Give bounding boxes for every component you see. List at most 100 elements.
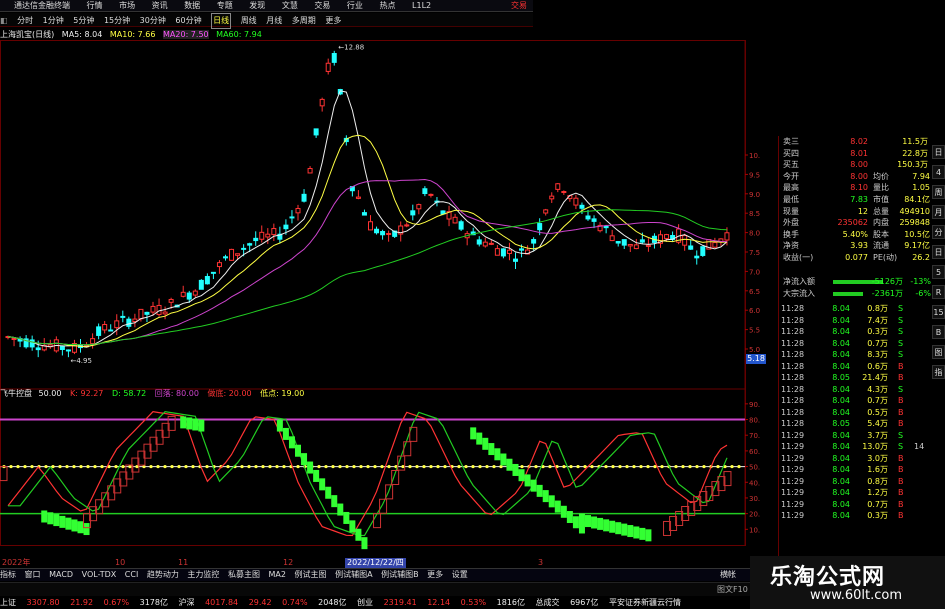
side-tab[interactable]: 日 xyxy=(932,145,945,159)
period-tab[interactable]: 60分钟 xyxy=(175,14,201,28)
candle-body xyxy=(603,225,609,229)
menu-item[interactable]: 行情 xyxy=(87,0,103,12)
indicator-chart xyxy=(0,411,745,550)
side-tab[interactable]: 分 xyxy=(932,225,945,239)
menu-item[interactable]: 行业 xyxy=(347,0,363,12)
period-tab[interactable]: 30分钟 xyxy=(140,14,166,28)
side-tab[interactable]: R xyxy=(932,285,945,299)
cy-label[interactable]: 创业 xyxy=(357,598,373,607)
quote-key: 最高 xyxy=(783,183,799,193)
netflow-row: 净流入额 -5126万 -13% xyxy=(778,276,945,288)
candle-body xyxy=(216,262,222,268)
yellow-dot xyxy=(100,464,104,469)
sh-label[interactable]: 上证 xyxy=(0,598,16,607)
yellow-dot xyxy=(695,464,699,469)
date-tick: 12 xyxy=(283,558,294,567)
left-arrow-icon[interactable]: ◧ xyxy=(0,14,8,28)
price-axis-label: 8.00 xyxy=(749,230,760,238)
trade-menu[interactable]: 交易 xyxy=(511,0,527,12)
quote-value2: 84.1亿 xyxy=(904,195,930,204)
indicator-d: D: 58.72 xyxy=(111,389,147,398)
price-axes: 10.00 9.50 9.00 8.50 8.00 7.50 7.00 6.50 6.00 5.5… xyxy=(745,152,760,534)
period-tab[interactable]: 5分钟 xyxy=(73,14,94,28)
side-tab[interactable]: 周 xyxy=(932,185,945,199)
indicator-tab[interactable]: 例试辅图A xyxy=(335,569,372,581)
indicator-axis-label: 80.00 xyxy=(749,417,760,425)
menu-item[interactable]: 发现 xyxy=(249,0,265,12)
layout-toggle[interactable]: 横帐 xyxy=(720,569,736,581)
yellow-dot xyxy=(366,464,370,469)
side-tab[interactable]: 图 xyxy=(932,345,945,359)
indicator-tab[interactable]: MA2 xyxy=(269,569,286,581)
yellow-dot xyxy=(72,464,76,469)
tick-row: 11:29 8.04 1.2万 B xyxy=(778,487,945,499)
sh-change: 21.92 xyxy=(70,598,94,607)
quote-row: 外盘 235062 内盘 259848 xyxy=(778,217,945,229)
indicator-tab[interactable]: 例试主图 xyxy=(295,569,327,581)
indicator-tab[interactable]: 趋势动力 xyxy=(147,569,179,581)
side-tab[interactable]: 指 xyxy=(932,365,945,379)
period-tab-active[interactable]: 日线 xyxy=(211,13,232,29)
indicator-tab[interactable]: 更多 xyxy=(427,569,443,581)
price-axis-label: 6.50 xyxy=(749,288,760,296)
stock-name[interactable]: 上海凯宝(日线) xyxy=(0,30,54,39)
menu-item[interactable]: 交易 xyxy=(314,0,330,12)
price-axis-label: 7.00 xyxy=(749,268,760,276)
signal-block xyxy=(578,513,585,526)
side-tab[interactable]: 15 xyxy=(932,305,945,319)
chart-area[interactable]: ←12.88 ←4.95 10.00 9.50 9.00 8.50 8.00 7.50 7.0… xyxy=(0,40,760,570)
indicator-tab[interactable]: 窗口 xyxy=(25,569,41,581)
period-tab[interactable]: 周线 xyxy=(241,14,257,28)
signal-block xyxy=(186,417,193,430)
tick-time: 11:28 xyxy=(781,361,805,371)
candle-body xyxy=(555,183,561,190)
side-tab[interactable]: 日 xyxy=(932,245,945,259)
tick-side: B xyxy=(898,373,904,382)
candle-body xyxy=(609,235,615,242)
menu-item[interactable]: L1L2 xyxy=(412,0,431,12)
indicator-tab[interactable]: 主力监控 xyxy=(187,569,219,581)
yellow-dot xyxy=(247,464,251,469)
date-tick: 3 xyxy=(538,558,544,567)
yellow-dot xyxy=(184,464,188,469)
sz-label[interactable]: 沪深 xyxy=(179,598,195,607)
side-tab[interactable]: 5 xyxy=(932,265,945,279)
quote-row: 最低 7.83 市值 84.1亿 xyxy=(778,194,945,206)
period-tab[interactable]: 15分钟 xyxy=(104,14,130,28)
menu-item[interactable]: 资讯 xyxy=(152,0,168,12)
yellow-dot xyxy=(177,464,181,469)
indicator-tab[interactable]: 私募主图 xyxy=(228,569,260,581)
indicator-tab[interactable]: CCI xyxy=(125,569,139,581)
f10-button[interactable]: 图文F10 xyxy=(717,583,748,596)
menu-item[interactable]: 专题 xyxy=(217,0,233,12)
menu-item[interactable]: 数据 xyxy=(184,0,200,12)
indicator-axis-label: 40.00 xyxy=(749,479,760,487)
tick-volume: 0.5万 xyxy=(867,407,888,417)
side-tab[interactable]: B xyxy=(932,325,945,339)
period-tab[interactable]: 月线 xyxy=(266,14,282,28)
indicator-tab[interactable]: MACD xyxy=(49,569,73,581)
menu-item[interactable]: 文慧 xyxy=(282,0,298,12)
sh-percent: 0.67% xyxy=(103,598,130,607)
side-tab[interactable]: 月 xyxy=(932,205,945,219)
indicator-tab[interactable]: 指标 xyxy=(0,569,16,581)
ma20-line xyxy=(7,178,728,346)
candle-body xyxy=(241,247,247,250)
tick-price: 8.04 xyxy=(832,488,850,497)
ma60-label: MA60: 7.94 xyxy=(216,30,262,39)
indicator-name[interactable]: 飞牛控盘 xyxy=(0,389,32,398)
candle-body xyxy=(65,349,71,352)
tick-time: 11:28 xyxy=(781,315,805,325)
period-tab[interactable]: 多周期 xyxy=(292,14,316,28)
indicator-tab[interactable]: 设置 xyxy=(452,569,468,581)
status-bar: 上证 3307.80 21.92 0.67% 3178亿 沪深 4017.84 … xyxy=(0,597,740,609)
quote-key: 换手 xyxy=(783,229,799,239)
menu-item[interactable]: 热点 xyxy=(379,0,395,12)
indicator-tab[interactable]: VOL-TDX xyxy=(82,569,117,581)
menu-item[interactable]: 市场 xyxy=(119,0,135,12)
side-tab[interactable]: 4 xyxy=(932,165,945,179)
period-tab[interactable]: 1分钟 xyxy=(43,14,64,28)
period-tab[interactable]: 分时 xyxy=(17,14,33,28)
indicator-tab[interactable]: 例试辅图B xyxy=(381,569,419,581)
period-tab[interactable]: 更多 xyxy=(325,14,341,28)
